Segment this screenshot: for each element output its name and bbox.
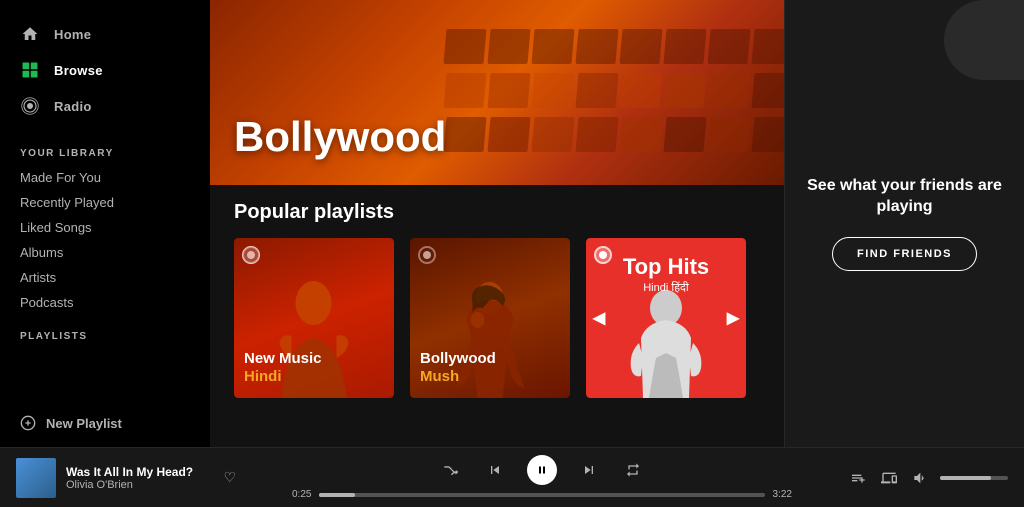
sidebar-item-liked-songs[interactable]: Liked Songs xyxy=(0,215,210,240)
card-new-music-hindi[interactable]: New Music Hindi xyxy=(234,238,394,398)
card3-line2: Hindi हिंदी xyxy=(586,280,746,295)
card3-line1: Top Hits xyxy=(586,254,746,280)
sidebar-nav: Home Browse Radio xyxy=(0,0,210,132)
new-playlist-button[interactable]: New Playlist xyxy=(0,407,210,439)
queue-icon[interactable] xyxy=(848,466,869,490)
hero-banner: Bollywood xyxy=(210,0,784,185)
card3-prev-arrow[interactable]: ◀ xyxy=(588,307,610,329)
hero-title: Bollywood xyxy=(234,113,446,161)
playlists-section-label: PLAYLISTS xyxy=(0,315,210,348)
sidebar-item-browse[interactable]: Browse xyxy=(0,52,210,88)
devices-icon[interactable] xyxy=(879,466,900,490)
radio-icon xyxy=(20,96,40,116)
home-icon xyxy=(20,24,40,44)
sidebar-item-artists[interactable]: Artists xyxy=(0,265,210,290)
player-right-controls xyxy=(848,466,1008,490)
find-friends-button[interactable]: FIND FRIENDS xyxy=(832,237,977,271)
right-panel-decoration xyxy=(944,0,1024,80)
progress-fill xyxy=(319,493,355,497)
friends-title: See what your friends are playing xyxy=(805,176,1004,218)
track-name: Was It All In My Head? xyxy=(66,465,213,479)
heart-icon[interactable]: ♡ xyxy=(223,469,236,486)
volume-icon[interactable] xyxy=(909,466,930,490)
playlist-cards: New Music Hindi xyxy=(234,238,760,398)
card2-spotify-icon xyxy=(418,246,436,264)
card-top-hits[interactable]: Top Hits Hindi हिंदी ◀ ▶ xyxy=(586,238,746,398)
sidebar-item-albums[interactable]: Albums xyxy=(0,240,210,265)
card-bollywood-mush[interactable]: Bollywood Mush xyxy=(410,238,570,398)
track-thumbnail xyxy=(16,458,56,498)
card3-top-hits-title: Top Hits Hindi हिंदी xyxy=(586,254,746,295)
sidebar-item-home[interactable]: Home xyxy=(0,16,210,52)
card2-line2: Mush xyxy=(420,368,560,386)
card3-next-arrow[interactable]: ▶ xyxy=(722,307,744,329)
card1-spotify-icon xyxy=(242,246,260,264)
sidebar-item-radio[interactable]: Radio xyxy=(0,88,210,124)
control-buttons xyxy=(439,455,645,485)
player-track: Was It All In My Head? Olivia O'Brien ♡ xyxy=(16,458,236,498)
progress-track[interactable] xyxy=(319,493,764,497)
content-area: Bollywood Popular playlists xyxy=(210,0,784,447)
card2-label: Bollywood Mush xyxy=(420,350,560,386)
player-controls: 0:25 3:22 xyxy=(236,455,848,500)
card1-line1: New Music xyxy=(244,350,384,368)
sidebar-radio-label: Radio xyxy=(54,99,92,114)
pause-button[interactable] xyxy=(527,455,557,485)
progress-bar: 0:25 3:22 xyxy=(292,489,792,500)
card1-line2: Hindi xyxy=(244,368,384,386)
current-time: 0:25 xyxy=(292,489,311,500)
card2-line1: Bollywood xyxy=(420,350,560,368)
sidebar-item-made-for-you[interactable]: Made For You xyxy=(0,165,210,190)
player-bar: Was It All In My Head? Olivia O'Brien ♡ … xyxy=(0,447,1024,507)
sidebar-browse-label: Browse xyxy=(54,63,103,78)
right-panel: See what your friends are playing FIND F… xyxy=(784,0,1024,447)
playlists-section: Popular playlists New Music xyxy=(210,185,784,447)
card1-label: New Music Hindi xyxy=(244,350,384,386)
sidebar-home-label: Home xyxy=(54,27,91,42)
next-button[interactable] xyxy=(577,458,601,482)
sidebar: Home Browse Radio YOUR LIBRARY Made For … xyxy=(0,0,210,447)
volume-fill xyxy=(940,476,991,480)
new-playlist-label: New Playlist xyxy=(46,416,122,431)
browse-icon xyxy=(20,60,40,80)
library-section-label: YOUR LIBRARY xyxy=(0,132,210,165)
previous-button[interactable] xyxy=(483,458,507,482)
shuffle-button[interactable] xyxy=(439,458,463,482)
filmstrip-decoration xyxy=(440,0,784,185)
sidebar-item-recently-played[interactable]: Recently Played xyxy=(0,190,210,215)
volume-slider[interactable] xyxy=(940,476,1008,480)
card3-figure xyxy=(621,288,711,398)
total-time: 3:22 xyxy=(773,489,792,500)
sidebar-item-podcasts[interactable]: Podcasts xyxy=(0,290,210,315)
section-title: Popular playlists xyxy=(234,201,760,224)
track-info: Was It All In My Head? Olivia O'Brien xyxy=(66,465,213,491)
track-artist: Olivia O'Brien xyxy=(66,479,213,491)
repeat-button[interactable] xyxy=(621,458,645,482)
